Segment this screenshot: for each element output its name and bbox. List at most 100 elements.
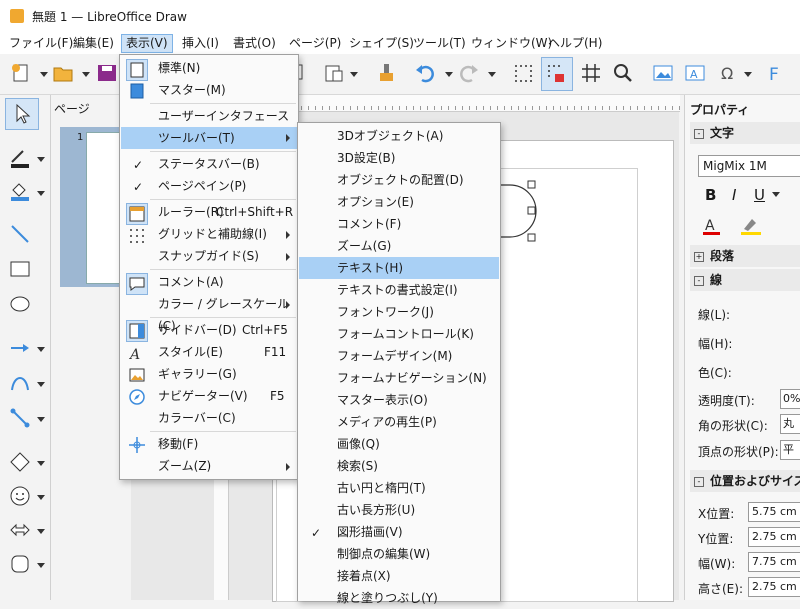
- toolbar-form-controls[interactable]: フォームコントロール(K): [298, 323, 500, 345]
- underline-dropdown-icon[interactable]: [772, 192, 780, 197]
- menu-view[interactable]: 表示(V): [121, 34, 173, 53]
- insert-textbox-icon[interactable]: A: [684, 62, 706, 84]
- toolbar-legacy-rectangles[interactable]: 古い長方形(U): [298, 499, 500, 521]
- line-tool-icon[interactable]: [8, 223, 32, 245]
- open-folder-icon[interactable]: [52, 62, 74, 84]
- redo-icon[interactable]: [458, 62, 480, 84]
- horizontal-ruler[interactable]: [280, 95, 680, 112]
- corner-style-select[interactable]: 丸: [780, 414, 800, 434]
- curve-dropdown-icon[interactable]: [37, 382, 45, 387]
- connector-dropdown-icon[interactable]: [37, 417, 45, 422]
- menu-view-master[interactable]: マスター(M): [120, 79, 298, 101]
- italic-button[interactable]: I: [732, 186, 736, 204]
- menu-view-toolbars[interactable]: ツールバー(T): [121, 127, 297, 149]
- menu-view-user-interface[interactable]: ユーザーインタフェース(I)...: [120, 105, 298, 145]
- toolbar-form-navigation[interactable]: フォームナビゲーション(N): [298, 367, 500, 389]
- new-document-icon[interactable]: [10, 62, 32, 84]
- menu-view-zoom[interactable]: ズーム(Z): [120, 455, 298, 477]
- undo-dropdown-icon[interactable]: [445, 72, 453, 77]
- helplines-icon[interactable]: [580, 62, 602, 84]
- toolbar-text[interactable]: テキスト(H): [299, 257, 499, 279]
- redo-dropdown-icon[interactable]: [488, 72, 496, 77]
- toolbar-align-objects[interactable]: オブジェクトの配置(D): [298, 169, 500, 191]
- menu-help[interactable]: ヘルプ(H): [544, 35, 606, 52]
- menu-file[interactable]: ファイル(F): [5, 35, 77, 52]
- x-position-field[interactable]: 5.75 cm: [748, 502, 800, 522]
- toolbar-3d-settings[interactable]: 3D設定(B): [298, 147, 500, 169]
- sidebar-section-line[interactable]: 線: [690, 269, 800, 291]
- y-position-field[interactable]: 2.75 cm: [748, 527, 800, 547]
- symbol-shapes-icon[interactable]: [8, 485, 32, 507]
- flowchart-icon[interactable]: [8, 553, 32, 575]
- menu-view-move[interactable]: 移動(F): [120, 433, 298, 455]
- page-thumbnail[interactable]: [86, 132, 122, 284]
- toolbar-find[interactable]: 検索(S): [298, 455, 500, 477]
- vertical-ruler[interactable]: [214, 470, 229, 600]
- collapse-position-size-icon[interactable]: -: [694, 477, 704, 487]
- expand-paragraph-icon[interactable]: +: [694, 252, 704, 262]
- block-arrows-dropdown-icon[interactable]: [37, 529, 45, 534]
- menu-format[interactable]: 書式(O): [229, 35, 280, 52]
- menu-view-color-grayscale[interactable]: カラー / グレースケール(C): [120, 293, 298, 333]
- clone-formatting-icon[interactable]: [376, 62, 398, 84]
- toolbar-zoom[interactable]: ズーム(G): [298, 235, 500, 257]
- menu-page[interactable]: ページ(P): [285, 35, 345, 52]
- snap-to-grid-icon[interactable]: [545, 62, 567, 84]
- toolbar-text-formatting[interactable]: テキストの書式設定(I): [298, 279, 500, 301]
- collapse-character-icon[interactable]: -: [694, 129, 704, 139]
- toolbar-fontwork[interactable]: フォントワーク(J): [298, 301, 500, 323]
- lines-arrows-dropdown-icon[interactable]: [37, 347, 45, 352]
- collapse-line-icon[interactable]: -: [694, 276, 704, 286]
- curve-tool-icon[interactable]: [8, 372, 32, 394]
- symbol-shapes-dropdown-icon[interactable]: [37, 495, 45, 500]
- selected-shape[interactable]: [496, 180, 540, 244]
- fill-color-dropdown-icon[interactable]: [37, 191, 45, 196]
- menu-view-normal[interactable]: 標準(N): [120, 57, 298, 79]
- toolbar-line-fill[interactable]: 線と塗りつぶし(Y): [298, 587, 500, 609]
- special-character-dropdown-icon[interactable]: [744, 72, 752, 77]
- toolbar-legacy-circles[interactable]: 古い円と楕円(T): [298, 477, 500, 499]
- basic-shapes-icon[interactable]: [8, 451, 32, 473]
- connector-tool-icon[interactable]: [8, 407, 32, 429]
- toolbar-options[interactable]: オプション(E): [298, 191, 500, 213]
- menu-view-comments[interactable]: コメント(A): [120, 271, 298, 293]
- fill-color-icon[interactable]: [8, 180, 32, 202]
- paste-dropdown-icon[interactable]: [350, 72, 358, 77]
- select-arrow-icon[interactable]: [12, 103, 36, 125]
- cap-style-select[interactable]: 平ら: [780, 440, 800, 460]
- toolbar-edit-points[interactable]: 制御点の編集(W): [298, 543, 500, 565]
- menu-view-gallery[interactable]: ギャラリー(G): [120, 363, 298, 385]
- block-arrows-icon[interactable]: [8, 519, 32, 541]
- toolbar-gluepoints[interactable]: 接着点(X): [298, 565, 500, 587]
- toolbar-form-design[interactable]: フォームデザイン(M): [298, 345, 500, 367]
- menu-insert[interactable]: 挿入(I): [178, 35, 223, 52]
- save-icon[interactable]: [96, 62, 118, 84]
- basic-shapes-dropdown-icon[interactable]: [37, 461, 45, 466]
- menu-shape[interactable]: シェイプ(S): [345, 35, 418, 52]
- menu-tools[interactable]: ツール(T): [409, 35, 470, 52]
- toolbar-comments[interactable]: コメント(F): [298, 213, 500, 235]
- font-color-icon[interactable]: A: [702, 215, 722, 237]
- flowchart-dropdown-icon[interactable]: [37, 563, 45, 568]
- toolbar-master-view[interactable]: マスター表示(O): [298, 389, 500, 411]
- underline-button[interactable]: U: [754, 186, 765, 204]
- menu-view-snap-guides[interactable]: スナップガイド(S): [120, 245, 298, 267]
- zoom-pan-icon[interactable]: [612, 62, 634, 84]
- paste-icon[interactable]: [322, 62, 344, 84]
- new-dropdown-icon[interactable]: [40, 72, 48, 77]
- lines-arrows-icon[interactable]: [8, 337, 32, 359]
- bold-button[interactable]: B: [705, 186, 716, 204]
- toolbar-media-playback[interactable]: メディアの再生(P): [298, 411, 500, 433]
- sidebar-section-position-size[interactable]: 位置およびサイズ(: [690, 470, 800, 492]
- open-dropdown-icon[interactable]: [82, 72, 90, 77]
- width-field[interactable]: 7.75 cm: [748, 552, 800, 572]
- sidebar-section-paragraph[interactable]: 段落: [690, 245, 800, 267]
- font-name-field[interactable]: MigMix 1M: [698, 155, 800, 177]
- rectangle-tool-icon[interactable]: [8, 258, 32, 280]
- sidebar-section-character[interactable]: 文字: [690, 122, 800, 144]
- menu-edit[interactable]: 編集(E): [69, 35, 118, 52]
- special-character-icon[interactable]: Ω: [718, 62, 740, 84]
- toolbar-drawing[interactable]: 図形描画(V): [298, 521, 500, 543]
- highlight-color-icon[interactable]: [740, 215, 764, 237]
- undo-icon[interactable]: [414, 62, 436, 84]
